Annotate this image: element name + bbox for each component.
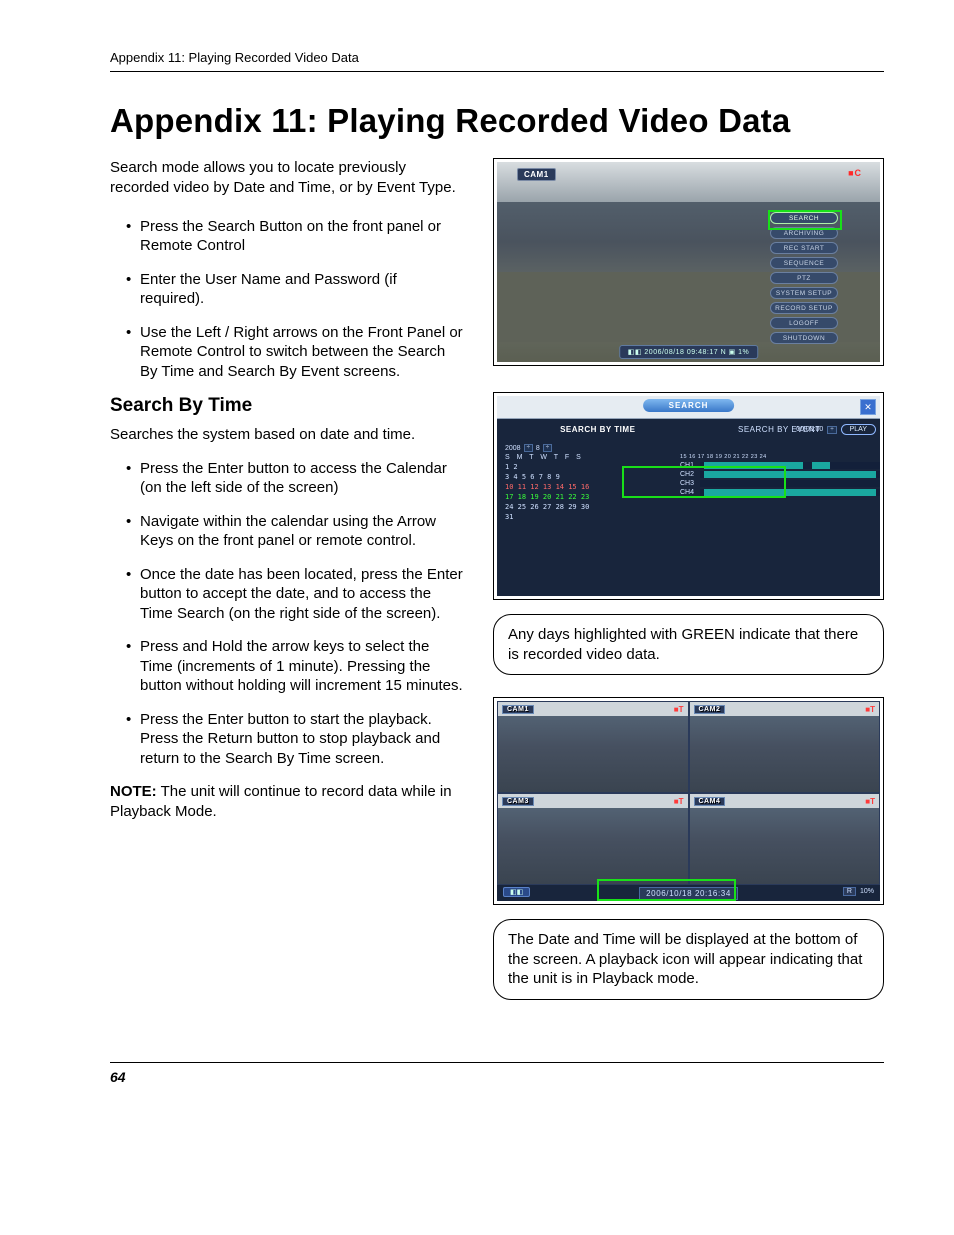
tab-search-by-time[interactable]: SEARCH BY TIME — [507, 425, 689, 434]
status-bar: ◧◧ 2006/08/18 09:48:17 N ▣ 1% — [619, 345, 759, 359]
right-column: CAM1 ■C SEARCH ARCHIVING REC START SEQUE… — [493, 158, 884, 1022]
figure-quad-playback: CAM1 ■T CAM2 ■T CAM3 ■T — [493, 697, 884, 905]
search-title: SEARCH — [643, 399, 735, 412]
list-item: Press the Enter button to access the Cal… — [140, 459, 465, 498]
note-text: The unit will continue to record data wh… — [110, 783, 452, 820]
cam-label: CAM2 — [694, 705, 726, 714]
list-item: Press the Search Button on the front pan… — [140, 217, 465, 256]
screenshot-search: SEARCH ✕ SEARCH BY TIME SEARCH BY EVENT … — [497, 396, 880, 596]
timeline-scale: 15 16 17 18 19 20 21 22 23 24 — [680, 454, 880, 460]
year-value: 2008 — [505, 445, 521, 452]
quad-cell: CAM2 ■T — [689, 701, 881, 793]
list-item: Press the Enter button to start the play… — [140, 710, 465, 769]
year-spinner-icon[interactable]: ÷ — [524, 444, 533, 452]
figure-cam-menu: CAM1 ■C SEARCH ARCHIVING REC START SEQUE… — [493, 158, 884, 366]
record-indicator-icon: ■T — [674, 705, 684, 714]
playback-mode-icon: ◧◧ — [503, 887, 530, 897]
search-bullet-list: Press the Enter button to access the Cal… — [110, 459, 465, 769]
record-indicator-icon: ■T — [865, 797, 875, 806]
play-button[interactable]: PLAY — [841, 424, 876, 435]
close-icon[interactable]: ✕ — [860, 399, 876, 415]
time-spinner-icon[interactable]: ÷ — [827, 426, 836, 434]
cam-label: CAM3 — [502, 797, 534, 806]
list-item: Press and Hold the arrow keys to select … — [140, 637, 465, 696]
record-indicator-icon: ■T — [674, 797, 684, 806]
time-value: 00:00:00 — [796, 426, 823, 433]
search-by-time-heading: Search By Time — [110, 395, 465, 417]
playback-percent: 10% — [860, 888, 874, 895]
content-columns: Search mode allows you to locate previou… — [110, 158, 884, 1022]
left-column: Search mode allows you to locate previou… — [110, 158, 465, 1022]
menu-item-system-setup[interactable]: SYSTEM SETUP — [770, 287, 838, 299]
quad-cell: CAM4 ■T — [689, 793, 881, 885]
figure-search-screen: SEARCH ✕ SEARCH BY TIME SEARCH BY EVENT … — [493, 392, 884, 600]
month-spinner-icon[interactable]: ÷ — [543, 444, 552, 452]
search-titlebar: SEARCH ✕ — [497, 396, 880, 419]
month-value: 8 — [536, 445, 540, 452]
menu-item-rec-start[interactable]: REC START — [770, 242, 838, 254]
list-item: Navigate within the calendar using the A… — [140, 512, 465, 551]
cam-label: CAM1 — [502, 705, 534, 714]
list-item: Use the Left / Right arrows on the Front… — [140, 323, 465, 382]
screenshot-single-cam: CAM1 ■C SEARCH ARCHIVING REC START SEQUE… — [497, 162, 880, 362]
menu-item-record-setup[interactable]: RECORD SETUP — [770, 302, 838, 314]
page-number: 64 — [110, 1069, 884, 1085]
header-rule — [110, 71, 884, 72]
highlight-box-icon — [768, 210, 842, 230]
list-item: Enter the User Name and Password (if req… — [140, 270, 465, 309]
screenshot-quad: CAM1 ■T CAM2 ■T CAM3 ■T — [497, 701, 880, 901]
playback-right: R 10% — [843, 887, 874, 896]
top-bullet-list: Press the Search Button on the front pan… — [110, 217, 465, 382]
footer-rule — [110, 1062, 884, 1063]
cal-row: 31 — [505, 512, 872, 522]
highlight-box-icon — [597, 879, 736, 901]
quad-cell: CAM1 ■T — [497, 701, 689, 793]
record-indicator-icon: ■T — [865, 705, 875, 714]
osd-menu: SEARCH ARCHIVING REC START SEQUENCE PTZ … — [770, 212, 838, 344]
note-paragraph: NOTE: The unit will continue to record d… — [110, 782, 465, 822]
cam-label: CAM1 — [517, 168, 556, 181]
list-item: Once the date has been located, press th… — [140, 565, 465, 624]
callout-green-days: Any days highlighted with GREEN indicate… — [493, 614, 884, 675]
section-lead: Searches the system based on date and ti… — [110, 425, 465, 445]
menu-item-ptz[interactable]: PTZ — [770, 272, 838, 284]
menu-item-logoff[interactable]: LOGOFF — [770, 317, 838, 329]
running-header: Appendix 11: Playing Recorded Video Data — [110, 50, 884, 65]
playback-r-badge: R — [843, 887, 856, 896]
page-title: Appendix 11: Playing Recorded Video Data — [110, 102, 884, 140]
callout-playback-time: The Date and Time will be displayed at t… — [493, 919, 884, 1000]
page: Appendix 11: Playing Recorded Video Data… — [0, 0, 954, 1115]
menu-item-shutdown[interactable]: SHUTDOWN — [770, 332, 838, 344]
intro-paragraph: Search mode allows you to locate previou… — [110, 158, 465, 199]
quad-cell: CAM3 ■T — [497, 793, 689, 885]
cal-row: 24 25 26 27 28 29 30 — [505, 502, 872, 512]
record-indicator-icon: ■C — [848, 168, 862, 178]
note-label: NOTE: — [110, 783, 157, 800]
highlight-box-icon — [622, 466, 786, 498]
cam-label: CAM4 — [694, 797, 726, 806]
menu-item-sequence[interactable]: SEQUENCE — [770, 257, 838, 269]
